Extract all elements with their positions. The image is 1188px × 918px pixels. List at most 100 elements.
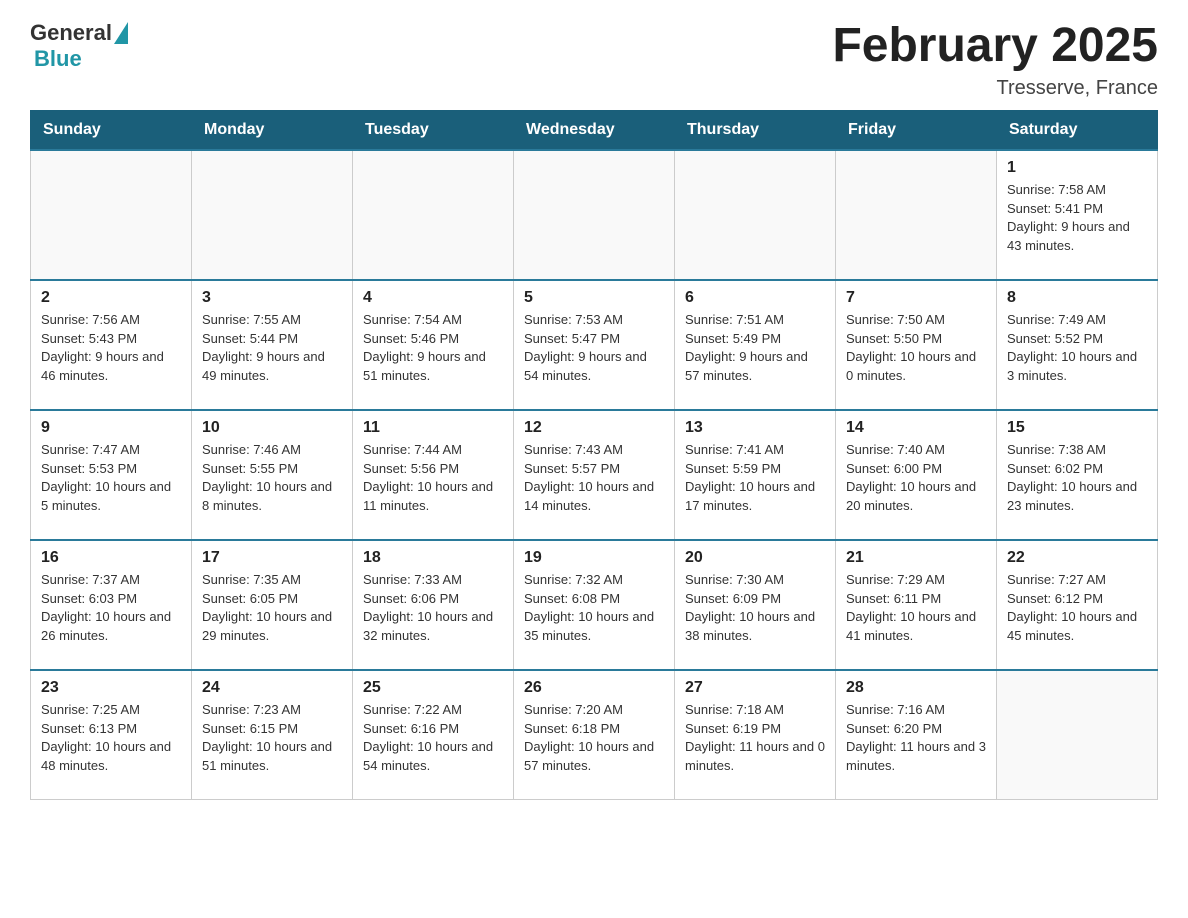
table-row: 3 Sunrise: 7:55 AM Sunset: 5:44 PM Daylig… xyxy=(192,280,353,410)
day-info: Sunrise: 7:55 AM Sunset: 5:44 PM Dayligh… xyxy=(202,311,342,386)
day-number: 11 xyxy=(363,419,503,437)
title-section: February 2025 Tresserve, France xyxy=(832,20,1158,100)
day-info: Sunrise: 7:40 AM Sunset: 6:00 PM Dayligh… xyxy=(846,441,986,516)
day-number: 2 xyxy=(41,289,181,307)
day-info: Sunrise: 7:29 AM Sunset: 6:11 PM Dayligh… xyxy=(846,571,986,646)
subtitle: Tresserve, France xyxy=(832,77,1158,100)
day-number: 13 xyxy=(685,419,825,437)
day-number: 26 xyxy=(524,679,664,697)
header-saturday: Saturday xyxy=(997,110,1158,150)
calendar-week-row: 9 Sunrise: 7:47 AM Sunset: 5:53 PM Daylig… xyxy=(31,410,1158,540)
day-info: Sunrise: 7:32 AM Sunset: 6:08 PM Dayligh… xyxy=(524,571,664,646)
logo-blue-text: Blue xyxy=(34,46,82,72)
day-number: 9 xyxy=(41,419,181,437)
logo: General Blue xyxy=(30,20,130,72)
table-row: 24 Sunrise: 7:23 AM Sunset: 6:15 PM Dayli… xyxy=(192,670,353,800)
table-row xyxy=(353,150,514,280)
main-title: February 2025 xyxy=(832,20,1158,73)
table-row: 8 Sunrise: 7:49 AM Sunset: 5:52 PM Daylig… xyxy=(997,280,1158,410)
day-info: Sunrise: 7:16 AM Sunset: 6:20 PM Dayligh… xyxy=(846,701,986,776)
day-info: Sunrise: 7:27 AM Sunset: 6:12 PM Dayligh… xyxy=(1007,571,1147,646)
day-number: 27 xyxy=(685,679,825,697)
header-wednesday: Wednesday xyxy=(514,110,675,150)
logo-general-text: General xyxy=(30,20,112,46)
page-header: General Blue February 2025 Tresserve, Fr… xyxy=(30,20,1158,100)
day-number: 22 xyxy=(1007,549,1147,567)
day-number: 12 xyxy=(524,419,664,437)
calendar-week-row: 1 Sunrise: 7:58 AM Sunset: 5:41 PM Daylig… xyxy=(31,150,1158,280)
table-row: 1 Sunrise: 7:58 AM Sunset: 5:41 PM Daylig… xyxy=(997,150,1158,280)
table-row: 11 Sunrise: 7:44 AM Sunset: 5:56 PM Dayli… xyxy=(353,410,514,540)
header-thursday: Thursday xyxy=(675,110,836,150)
day-info: Sunrise: 7:20 AM Sunset: 6:18 PM Dayligh… xyxy=(524,701,664,776)
day-info: Sunrise: 7:38 AM Sunset: 6:02 PM Dayligh… xyxy=(1007,441,1147,516)
table-row: 28 Sunrise: 7:16 AM Sunset: 6:20 PM Dayli… xyxy=(836,670,997,800)
day-info: Sunrise: 7:47 AM Sunset: 5:53 PM Dayligh… xyxy=(41,441,181,516)
day-number: 14 xyxy=(846,419,986,437)
table-row: 21 Sunrise: 7:29 AM Sunset: 6:11 PM Dayli… xyxy=(836,540,997,670)
table-row: 6 Sunrise: 7:51 AM Sunset: 5:49 PM Daylig… xyxy=(675,280,836,410)
weekday-header-row: Sunday Monday Tuesday Wednesday Thursday… xyxy=(31,110,1158,150)
day-info: Sunrise: 7:44 AM Sunset: 5:56 PM Dayligh… xyxy=(363,441,503,516)
day-number: 10 xyxy=(202,419,342,437)
table-row: 23 Sunrise: 7:25 AM Sunset: 6:13 PM Dayli… xyxy=(31,670,192,800)
table-row xyxy=(192,150,353,280)
day-number: 3 xyxy=(202,289,342,307)
day-info: Sunrise: 7:58 AM Sunset: 5:41 PM Dayligh… xyxy=(1007,181,1147,256)
day-number: 28 xyxy=(846,679,986,697)
day-number: 8 xyxy=(1007,289,1147,307)
day-info: Sunrise: 7:50 AM Sunset: 5:50 PM Dayligh… xyxy=(846,311,986,386)
table-row xyxy=(675,150,836,280)
table-row: 12Sunrise: 7:43 AM Sunset: 5:57 PM Dayli… xyxy=(514,410,675,540)
day-info: Sunrise: 7:25 AM Sunset: 6:13 PM Dayligh… xyxy=(41,701,181,776)
header-tuesday: Tuesday xyxy=(353,110,514,150)
table-row: 19 Sunrise: 7:32 AM Sunset: 6:08 PM Dayli… xyxy=(514,540,675,670)
day-info: Sunrise: 7:41 AM Sunset: 5:59 PM Dayligh… xyxy=(685,441,825,516)
table-row: 7 Sunrise: 7:50 AM Sunset: 5:50 PM Daylig… xyxy=(836,280,997,410)
day-info: Sunrise: 7:51 AM Sunset: 5:49 PM Dayligh… xyxy=(685,311,825,386)
table-row: 27 Sunrise: 7:18 AM Sunset: 6:19 PM Dayli… xyxy=(675,670,836,800)
table-row: 25 Sunrise: 7:22 AM Sunset: 6:16 PM Dayli… xyxy=(353,670,514,800)
header-monday: Monday xyxy=(192,110,353,150)
day-number: 1 xyxy=(1007,159,1147,177)
table-row xyxy=(836,150,997,280)
day-number: 24 xyxy=(202,679,342,697)
day-number: 5 xyxy=(524,289,664,307)
table-row: 14 Sunrise: 7:40 AM Sunset: 6:00 PM Dayli… xyxy=(836,410,997,540)
day-number: 6 xyxy=(685,289,825,307)
day-number: 7 xyxy=(846,289,986,307)
calendar-week-row: 16 Sunrise: 7:37 AM Sunset: 6:03 PM Dayli… xyxy=(31,540,1158,670)
day-info: Sunrise: 7:35 AM Sunset: 6:05 PM Dayligh… xyxy=(202,571,342,646)
day-number: 4 xyxy=(363,289,503,307)
table-row: 4 Sunrise: 7:54 AM Sunset: 5:46 PM Daylig… xyxy=(353,280,514,410)
calendar-week-row: 23 Sunrise: 7:25 AM Sunset: 6:13 PM Dayli… xyxy=(31,670,1158,800)
day-info: Sunrise: 7:53 AM Sunset: 5:47 PM Dayligh… xyxy=(524,311,664,386)
day-number: 19 xyxy=(524,549,664,567)
day-number: 25 xyxy=(363,679,503,697)
table-row: 18Sunrise: 7:33 AM Sunset: 6:06 PM Dayli… xyxy=(353,540,514,670)
day-number: 16 xyxy=(41,549,181,567)
day-info: Sunrise: 7:49 AM Sunset: 5:52 PM Dayligh… xyxy=(1007,311,1147,386)
day-info: Sunrise: 7:18 AM Sunset: 6:19 PM Dayligh… xyxy=(685,701,825,776)
table-row xyxy=(997,670,1158,800)
day-info: Sunrise: 7:54 AM Sunset: 5:46 PM Dayligh… xyxy=(363,311,503,386)
table-row: 10Sunrise: 7:46 AM Sunset: 5:55 PM Dayli… xyxy=(192,410,353,540)
calendar-table: Sunday Monday Tuesday Wednesday Thursday… xyxy=(30,110,1158,801)
header-friday: Friday xyxy=(836,110,997,150)
day-number: 21 xyxy=(846,549,986,567)
table-row: 15 Sunrise: 7:38 AM Sunset: 6:02 PM Dayli… xyxy=(997,410,1158,540)
day-number: 20 xyxy=(685,549,825,567)
day-info: Sunrise: 7:37 AM Sunset: 6:03 PM Dayligh… xyxy=(41,571,181,646)
table-row xyxy=(31,150,192,280)
table-row xyxy=(514,150,675,280)
table-row: 26 Sunrise: 7:20 AM Sunset: 6:18 PM Dayli… xyxy=(514,670,675,800)
day-number: 17 xyxy=(202,549,342,567)
day-info: Sunrise: 7:22 AM Sunset: 6:16 PM Dayligh… xyxy=(363,701,503,776)
table-row: 20Sunrise: 7:30 AM Sunset: 6:09 PM Dayli… xyxy=(675,540,836,670)
day-number: 15 xyxy=(1007,419,1147,437)
table-row: 22 Sunrise: 7:27 AM Sunset: 6:12 PM Dayli… xyxy=(997,540,1158,670)
table-row: 5 Sunrise: 7:53 AM Sunset: 5:47 PM Daylig… xyxy=(514,280,675,410)
day-number: 23 xyxy=(41,679,181,697)
day-info: Sunrise: 7:23 AM Sunset: 6:15 PM Dayligh… xyxy=(202,701,342,776)
table-row: 13 Sunrise: 7:41 AM Sunset: 5:59 PM Dayli… xyxy=(675,410,836,540)
